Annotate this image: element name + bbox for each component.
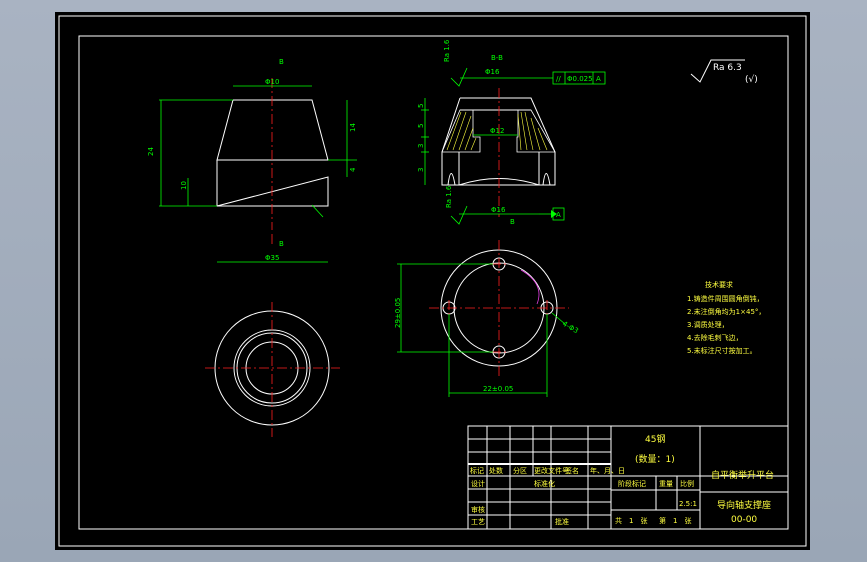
section-view: B-B Φ16 Φ12 Φ16 5 5 3 3 Ra 1.6 Ra 1.6 //…: [417, 39, 606, 226]
title-block: 45钢 (数量：1) 自平衡举升平台 导向轴支撑座 00-00 2.5:1 标记…: [467, 425, 789, 530]
tb-drawing-no: 00-00: [731, 515, 757, 525]
tol-value: Φ0.025: [567, 75, 593, 83]
front-height-small: 4: [349, 167, 357, 172]
section-bottom-mark: B: [510, 218, 515, 226]
tb-header-6: 年、月、日: [590, 466, 625, 475]
cad-drawing: Φ10 Φ35 24 10 14 4 B B B-B Φ16 Φ12 Φ16 5…: [58, 15, 807, 547]
front-dia-top: Φ10: [265, 78, 279, 86]
front-height-total: 24: [147, 147, 155, 156]
front-view: Φ10 Φ35 24 10 14 4 B B: [147, 58, 357, 263]
front-section-mark-b: B: [279, 240, 284, 248]
tb-scale-label: 比例: [680, 479, 694, 488]
tb-weight: 重量: [659, 480, 673, 488]
tb-header-3: 分区: [513, 466, 527, 475]
tb-part-name: 导向轴支撑座: [717, 499, 771, 511]
section-dia-bottom: Φ16: [491, 206, 506, 214]
tech-item-1: 1.铸造件周围圆角倒钝，: [687, 294, 764, 303]
section-roughness-bottom: Ra 1.6: [445, 185, 453, 208]
tb-material: 45钢: [645, 433, 665, 445]
datum-letter: A: [556, 211, 561, 219]
section-dim-2: 5: [417, 124, 425, 128]
front-height-upper: 14: [349, 123, 357, 132]
tech-item-5: 5.未标注尺寸按加工。: [687, 346, 757, 355]
front-dia-bottom: Φ35: [265, 254, 279, 262]
roughness-symbol: (√): [745, 74, 758, 85]
tb-quantity: (数量：1): [635, 453, 675, 465]
tb-row-review: 审核: [471, 505, 485, 514]
tech-requirements: 技术要求 1.铸造件周围圆角倒钝， 2.未注倒角均为1×45°， 3.调质处理，…: [687, 280, 765, 355]
front-section-mark-a: B: [279, 58, 284, 66]
bottom-dim-vertical: 29±0.05: [394, 298, 402, 328]
tb-row-design: 设计: [471, 479, 485, 488]
tech-item-2: 2.未注倒角均为1×45°，: [687, 307, 765, 316]
bottom-hole-note: 4-Φ3: [561, 320, 580, 335]
tb-std: 标准化: [534, 479, 555, 488]
tb-sheet-total: 共 1 张: [615, 516, 647, 525]
tb-header-2: 处数: [489, 466, 503, 475]
outer-frame: [58, 15, 807, 547]
tb-scale: 2.5:1: [679, 500, 697, 508]
roughness-general: Ra 6.3 (√): [690, 59, 758, 85]
top-view: [205, 302, 340, 437]
tech-item-3: 3.调质处理，: [687, 320, 729, 329]
tb-header-4: 更改文件号: [534, 466, 569, 475]
tol-symbol: //: [556, 75, 561, 83]
section-label: B-B: [491, 54, 503, 62]
front-height-lower: 10: [180, 181, 188, 190]
section-dim-4: 3: [417, 168, 425, 172]
section-dim-3: 3: [417, 144, 425, 148]
inner-frame: [78, 35, 789, 530]
roughness-label: Ra 6.3: [713, 63, 742, 73]
tb-header-1: 标记: [470, 466, 484, 475]
tb-header-5: 签名: [565, 466, 579, 475]
bottom-dim-horizontal: 22±0.05: [483, 385, 513, 393]
tb-stage: 阶段标记: [618, 479, 646, 488]
tech-item-4: 4.去除毛刺飞边，: [687, 333, 743, 342]
section-roughness-top: Ra 1.6: [443, 39, 451, 62]
drawing-canvas: Φ10 Φ35 24 10 14 4 B B B-B Φ16 Φ12 Φ16 5…: [55, 12, 810, 550]
tech-title: 技术要求: [705, 280, 733, 289]
section-dia-top: Φ16: [485, 68, 500, 76]
tb-company: 自平衡举升平台: [711, 469, 774, 481]
section-dim-1: 5: [417, 104, 425, 108]
bottom-view: 29±0.05 22±0.05 4-Φ3: [394, 240, 580, 397]
tb-approve: 批准: [555, 517, 569, 526]
section-dia-mid: Φ12: [490, 127, 504, 135]
tb-sheet-no: 第 1 张: [659, 516, 691, 525]
tol-datum: A: [596, 75, 601, 83]
tb-row-process: 工艺: [471, 518, 485, 526]
